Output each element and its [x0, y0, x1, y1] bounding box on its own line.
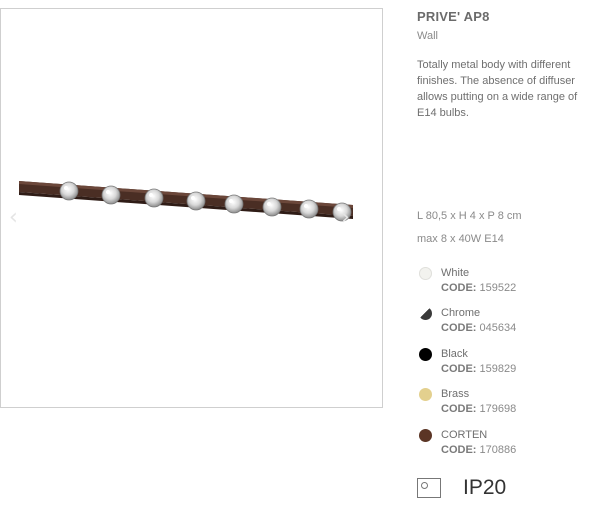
code-value: 045634 — [479, 322, 517, 334]
finish-name: CORTEN — [441, 429, 488, 441]
code-value: 179698 — [479, 403, 517, 415]
finish-option-white[interactable]: White CODE: 159522 — [417, 265, 597, 299]
finish-option-chrome[interactable]: Chrome CODE: 045634 — [417, 305, 597, 339]
ip-rating-icon — [417, 478, 441, 498]
product-image — [19, 181, 353, 222]
product-category: Wall — [417, 30, 438, 42]
bulb — [224, 194, 244, 214]
next-image-arrow-icon[interactable]: › — [341, 207, 350, 229]
code-label: CODE: — [441, 282, 477, 294]
finish-name: White — [441, 267, 470, 279]
code-value: 159829 — [479, 363, 517, 375]
finish-name: Brass — [441, 388, 470, 400]
color-swatch-white[interactable] — [419, 267, 432, 280]
product-description: Totally metal body with different finish… — [417, 59, 578, 119]
color-swatch-corten[interactable] — [419, 429, 432, 442]
code-label: CODE: — [441, 444, 477, 456]
product-image-frame: ‹ › — [0, 8, 383, 408]
finish-name: Chrome — [441, 307, 481, 319]
finish-code: CODE: 170886 — [441, 444, 516, 456]
finish-code: CODE: 045634 — [441, 322, 516, 334]
ip-rating: IP20 — [463, 476, 507, 499]
bulb — [299, 199, 319, 219]
code-value: 159522 — [479, 282, 517, 294]
finish-option-corten[interactable]: CORTEN CODE: 170886 — [417, 427, 597, 461]
code-label: CODE: — [441, 322, 477, 334]
code-label: CODE: — [441, 363, 477, 375]
bulb — [144, 188, 164, 208]
product-dimensions: L 80,5 x H 4 x P 8 cm — [417, 210, 522, 222]
color-swatch-chrome[interactable] — [419, 307, 432, 320]
product-title: PRIVE' AP8 — [417, 9, 490, 24]
prev-image-arrow-icon[interactable]: ‹ — [9, 207, 18, 229]
finish-code: CODE: 179698 — [441, 403, 516, 415]
color-swatch-black[interactable] — [419, 348, 432, 361]
bulb — [262, 197, 282, 217]
bulb-spec: max 8 x 40W E14 — [417, 233, 504, 245]
finish-code: CODE: 159522 — [441, 282, 516, 294]
code-value: 170886 — [479, 444, 517, 456]
finish-name: Black — [441, 348, 468, 360]
bulb — [101, 185, 121, 205]
bulb — [59, 181, 79, 201]
finish-code: CODE: 159829 — [441, 363, 516, 375]
color-swatch-brass[interactable] — [419, 388, 432, 401]
code-label: CODE: — [441, 403, 477, 415]
finish-option-brass[interactable]: Brass CODE: 179698 — [417, 386, 597, 420]
finish-option-black[interactable]: Black CODE: 159829 — [417, 346, 597, 380]
bulb — [186, 191, 206, 211]
